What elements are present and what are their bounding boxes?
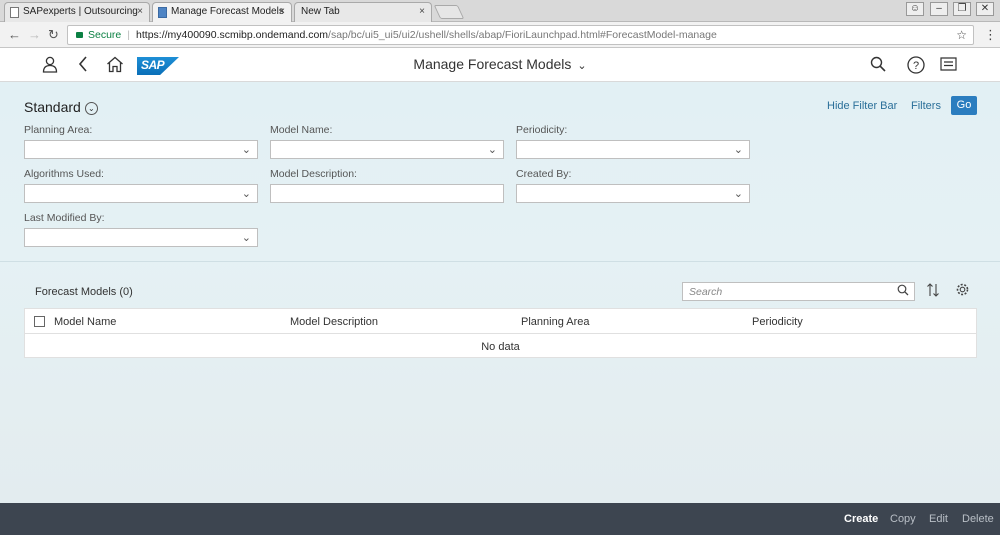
svg-text:?: ?: [913, 60, 919, 72]
search-placeholder: Search: [689, 286, 723, 298]
close-tab-icon[interactable]: ×: [279, 6, 285, 17]
planning-area-label: Planning Area:: [24, 124, 93, 136]
chevron-down-icon[interactable]: ⌄: [488, 143, 497, 156]
chevron-down-icon[interactable]: ⌄: [734, 143, 743, 156]
sap-favicon-icon: [158, 7, 167, 18]
model-description-input[interactable]: [270, 184, 504, 203]
created-by-select[interactable]: ⌄: [516, 184, 750, 203]
bookmark-star-icon[interactable]: ☆: [956, 28, 967, 42]
person-icon[interactable]: ☺: [906, 2, 924, 16]
search-input[interactable]: Search: [682, 282, 915, 301]
reload-icon[interactable]: ↻: [48, 27, 59, 43]
last-modified-by-select[interactable]: ⌄: [24, 228, 258, 247]
created-by-label: Created By:: [516, 168, 572, 180]
model-name-select[interactable]: ⌄: [270, 140, 504, 159]
planning-area-select[interactable]: ⌄: [24, 140, 258, 159]
close-icon[interactable]: ✕: [976, 2, 994, 16]
hide-filter-bar-button[interactable]: Hide Filter Bar: [827, 100, 897, 112]
help-icon[interactable]: ?: [907, 56, 925, 78]
filters-button[interactable]: Filters: [911, 100, 941, 112]
lock-icon: [76, 32, 83, 38]
maximize-icon[interactable]: ❐: [953, 2, 971, 16]
algorithms-used-select[interactable]: ⌄: [24, 184, 258, 203]
delete-button[interactable]: Delete: [962, 513, 994, 525]
minimize-icon[interactable]: –: [930, 2, 948, 16]
variant-management[interactable]: Standard ⌄: [24, 99, 98, 115]
notifications-icon[interactable]: [939, 56, 958, 76]
empty-table-text: No data: [481, 341, 520, 353]
table-header-row: Model Name Model Description Planning Ar…: [25, 309, 976, 334]
new-tab-button[interactable]: [433, 5, 465, 19]
address-bar: ← → ↻ Secure | https://my400090.scmibp.ond…: [0, 22, 1000, 48]
go-button[interactable]: Go: [951, 96, 977, 115]
url-path: /sap/bc/ui5_ui5/ui2/ushell/shells/abap/F…: [328, 29, 717, 41]
url-field[interactable]: Secure | https://my400090.scmibp.ondemand.…: [67, 25, 974, 45]
app-title-menu[interactable]: Manage Forecast Models ⌄: [0, 56, 1000, 72]
model-name-label: Model Name:: [270, 124, 333, 136]
browser-tab-sapexperts[interactable]: SAPexperts | Outsourcing ×: [4, 2, 150, 22]
last-modified-by-label: Last Modified By:: [24, 212, 105, 224]
settings-gear-icon[interactable]: [955, 282, 970, 300]
close-tab-icon[interactable]: ×: [137, 6, 143, 17]
periodicity-label: Periodicity:: [516, 124, 568, 136]
search-icon[interactable]: [897, 284, 909, 299]
page-icon: [10, 7, 19, 18]
chevron-down-icon: ⌄: [577, 60, 587, 72]
select-all-checkbox[interactable]: [34, 316, 45, 327]
chevron-down-icon[interactable]: ⌄: [242, 187, 251, 200]
column-header-model-description[interactable]: Model Description: [290, 316, 378, 328]
forward-arrow-icon[interactable]: →: [28, 27, 41, 42]
model-description-label: Model Description:: [270, 168, 357, 180]
column-header-model-name[interactable]: Model Name: [54, 316, 116, 328]
browser-menu-icon[interactable]: ⋮: [984, 27, 997, 43]
filterbar-divider: [0, 261, 1000, 262]
tab-label: SAPexperts | Outsourcing: [23, 6, 138, 17]
edit-button[interactable]: Edit: [929, 513, 948, 525]
chevron-down-icon[interactable]: ⌄: [734, 187, 743, 200]
close-tab-icon[interactable]: ×: [419, 6, 425, 17]
search-icon[interactable]: [870, 56, 886, 76]
column-header-periodicity[interactable]: Periodicity: [752, 316, 803, 328]
sort-icon[interactable]: [926, 282, 940, 301]
back-arrow-icon[interactable]: ←: [8, 27, 21, 42]
create-button[interactable]: Create: [844, 513, 878, 525]
url-host: https://my400090.scmibp.ondemand.com: [136, 29, 329, 41]
page-title: Manage Forecast Models: [413, 56, 572, 72]
tab-label: Manage Forecast Models: [171, 6, 284, 17]
chevron-down-icon[interactable]: ⌄: [242, 143, 251, 156]
shell-header: SAP Manage Forecast Models ⌄ ?: [0, 48, 1000, 82]
tab-label: New Tab: [301, 6, 340, 17]
browser-tab-strip: SAPexperts | Outsourcing × Manage Foreca…: [0, 0, 1000, 22]
forecast-models-table: Model Name Model Description Planning Ar…: [24, 308, 977, 358]
browser-tab-new-tab[interactable]: New Tab ×: [294, 2, 432, 22]
footer-toolbar: Create Copy Edit Delete: [0, 503, 1000, 535]
copy-button[interactable]: Copy: [890, 513, 916, 525]
chevron-down-icon[interactable]: ⌄: [242, 231, 251, 244]
page-content: Standard ⌄ Hide Filter Bar Filters Go Pla…: [0, 82, 1000, 503]
algorithms-used-label: Algorithms Used:: [24, 168, 104, 180]
table-title: Forecast Models (0): [35, 286, 133, 298]
periodicity-select[interactable]: ⌄: [516, 140, 750, 159]
variant-name: Standard: [24, 99, 81, 115]
column-header-planning-area[interactable]: Planning Area: [521, 316, 590, 328]
browser-tab-manage-forecast-models[interactable]: Manage Forecast Models ×: [152, 2, 292, 22]
secure-label: Secure: [88, 29, 122, 41]
chevron-down-icon[interactable]: ⌄: [84, 102, 98, 115]
